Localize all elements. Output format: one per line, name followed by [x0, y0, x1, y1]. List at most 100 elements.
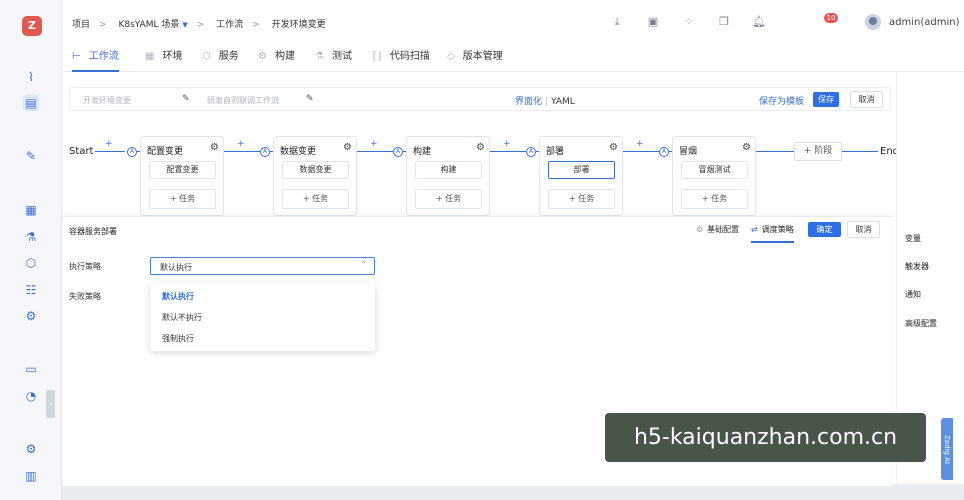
tab-schedule-strategy[interactable]: ⇄ 调度策略 — [751, 224, 794, 243]
tab-service[interactable]: ⬡ 服务 — [202, 47, 239, 72]
add-task-button[interactable]: + 任务 — [548, 189, 615, 209]
docs-icon[interactable]: ❐ — [717, 15, 731, 29]
gear-icon[interactable]: ⚙ — [609, 142, 618, 153]
environment-icon: ▦ — [145, 51, 155, 62]
schedule-icon: ⇄ — [751, 225, 758, 234]
edit-icon[interactable]: ✎ — [23, 148, 39, 164]
username[interactable]: admin(admin) — [889, 17, 959, 28]
edit-icon[interactable]: ✎ — [306, 94, 314, 104]
job-button[interactable]: 配置变更 — [149, 161, 216, 179]
breadcrumb-item[interactable]: K8sYAML 场景 — [118, 20, 179, 30]
stage-card[interactable]: 配置变更 ⚙ 配置变更 + 任务 — [140, 136, 224, 216]
add-stage-plus[interactable]: + — [503, 139, 511, 149]
stage-name: 数据变更 — [280, 147, 317, 157]
project-icon[interactable]: ▤ — [23, 95, 39, 111]
approval-node-icon[interactable]: A — [526, 147, 536, 157]
mode-yaml[interactable]: YAML — [551, 97, 575, 107]
approval-node-icon[interactable]: A — [127, 147, 137, 157]
workflow-desc-field[interactable]: 研发自测联调工作流 — [207, 95, 279, 106]
approval-node-icon[interactable]: A — [393, 147, 403, 157]
build-icon: ⚙ — [258, 51, 267, 62]
dropdown-option[interactable]: 默认执行 — [162, 291, 194, 302]
confirm-button[interactable]: 确定 — [808, 222, 841, 237]
gear-icon: ⚙ — [696, 225, 704, 234]
sidebar-collapse-handle[interactable]: › — [46, 390, 55, 418]
rail-item-advanced[interactable]: 高级配置 — [905, 318, 937, 329]
stage-card[interactable]: 构建 ⚙ 构建 + 任务 — [406, 136, 490, 216]
workflow-icon: ⊢ — [72, 51, 81, 62]
tab-test[interactable]: ⚗ 测试 — [315, 47, 352, 72]
tab-build[interactable]: ⚙ 构建 — [258, 47, 295, 72]
cube-icon[interactable]: ⬡ — [23, 255, 39, 271]
download-icon[interactable]: ⤓ — [610, 15, 624, 29]
stage-name: 冒烟 — [679, 147, 698, 157]
watermark: h5-kaiquanzhan.com.cn — [605, 413, 926, 462]
approval-node-icon[interactable]: A — [260, 147, 270, 157]
gear-icon[interactable]: ⚙ — [742, 142, 751, 153]
monitor-icon[interactable]: ▭ — [23, 361, 39, 377]
gear-icon[interactable]: ⚙ — [476, 142, 485, 153]
tab-code-scan[interactable]: ⟦⟧ 代码扫描 — [372, 47, 430, 72]
job-button[interactable]: 构建 — [415, 161, 482, 179]
add-task-button[interactable]: + 任务 — [149, 189, 216, 209]
gear-icon[interactable]: ⚙ — [343, 142, 352, 153]
editor-mode-switch: 界面化 | YAML — [515, 97, 575, 107]
avatar[interactable] — [865, 14, 881, 30]
caret-down-icon[interactable]: ▼ — [182, 21, 187, 29]
dropdown-option[interactable]: 强制执行 — [162, 333, 194, 344]
rail-item-triggers[interactable]: 触发器 — [905, 261, 929, 272]
dropdown-option[interactable]: 默认不执行 — [162, 312, 202, 323]
pie-chart-icon[interactable]: ◔ — [23, 388, 39, 404]
settings-box-icon[interactable]: ⚙ — [23, 308, 39, 324]
breadcrumb: 项目 > K8sYAML 场景 ▼ > 工作流 > 开发环境变更 — [72, 20, 326, 30]
workflow-editor-bar: 开发环境变更 ✎ 研发自测联调工作流 ✎ 界面化 | YAML 保存为模板 保存 取… — [69, 87, 891, 111]
breadcrumb-item: 开发环境变更 — [271, 20, 326, 30]
job-button[interactable]: 数据变更 — [282, 161, 349, 179]
save-button[interactable]: 保存 — [813, 92, 839, 107]
chevron-up-icon: ⌃ — [360, 260, 367, 269]
stage-card[interactable]: 部署 ⚙ 部署 + 任务 — [539, 136, 623, 216]
gear-icon[interactable]: ⚙ — [210, 142, 219, 153]
cancel-button[interactable]: 取消 — [850, 91, 883, 108]
edit-icon[interactable]: ✎ — [182, 94, 190, 104]
cancel-button[interactable]: 取消 — [847, 221, 880, 238]
pipeline-icon[interactable]: ☷ — [23, 282, 39, 298]
breadcrumb-item[interactable]: 工作流 — [216, 20, 243, 30]
exec-strategy-select[interactable]: 默认执行 ⌃ — [150, 257, 375, 275]
add-stage-plus[interactable]: + — [370, 139, 378, 149]
save-as-template-button[interactable]: 保存为模板 — [759, 94, 804, 107]
tab-version[interactable]: ◇ 版本管理 — [447, 47, 503, 72]
ai-assistant-tab[interactable]: Zadig AI — [941, 418, 953, 480]
job-button[interactable]: 冒烟测试 — [681, 161, 748, 179]
zadig-logo[interactable]: Z — [22, 16, 42, 36]
artifact-icon[interactable]: ▦ — [23, 202, 39, 218]
activity-icon[interactable]: ⌇ — [23, 69, 39, 85]
add-stage-button[interactable]: + 阶段 — [794, 142, 842, 161]
stage-card[interactable]: 数据变更 ⚙ 数据变更 + 任务 — [273, 136, 357, 216]
tab-workflow[interactable]: ⊢ 工作流 — [72, 47, 119, 72]
network-icon[interactable]: ⁘ — [682, 15, 696, 29]
workflow-name-field[interactable]: 开发环境变更 — [83, 95, 131, 106]
gear-icon[interactable]: ⚙ — [23, 441, 39, 457]
approval-node-icon[interactable]: A — [659, 147, 669, 157]
mode-ui[interactable]: 界面化 — [515, 97, 542, 107]
add-task-button[interactable]: + 任务 — [282, 189, 349, 209]
flask-icon[interactable]: ⚗ — [23, 229, 39, 245]
rail-item-notifications[interactable]: 通知 — [905, 289, 921, 300]
stage-card[interactable]: 冒烟 ⚙ 冒烟测试 + 任务 — [672, 136, 756, 216]
add-task-button[interactable]: + 任务 — [681, 189, 748, 209]
translate-icon[interactable]: ▣ — [646, 15, 660, 29]
add-stage-plus[interactable]: + — [105, 139, 113, 149]
notification-badge: 10 — [824, 13, 838, 23]
add-task-button[interactable]: + 任务 — [415, 189, 482, 209]
job-button-selected[interactable]: 部署 — [548, 161, 615, 179]
bell-icon[interactable]: 🔔︎ — [752, 15, 766, 29]
bar-chart-icon[interactable]: ▥ — [23, 468, 39, 484]
tab-environment[interactable]: ▦ 环境 — [145, 47, 182, 72]
service-icon: ⬡ — [202, 51, 211, 62]
rail-item-variables[interactable]: 变量 — [905, 233, 921, 244]
breadcrumb-item[interactable]: 项目 — [72, 20, 90, 30]
add-stage-plus[interactable]: + — [237, 139, 245, 149]
add-stage-plus[interactable]: + — [636, 139, 644, 149]
tab-basic-config[interactable]: ⚙ 基础配置 — [696, 224, 739, 235]
